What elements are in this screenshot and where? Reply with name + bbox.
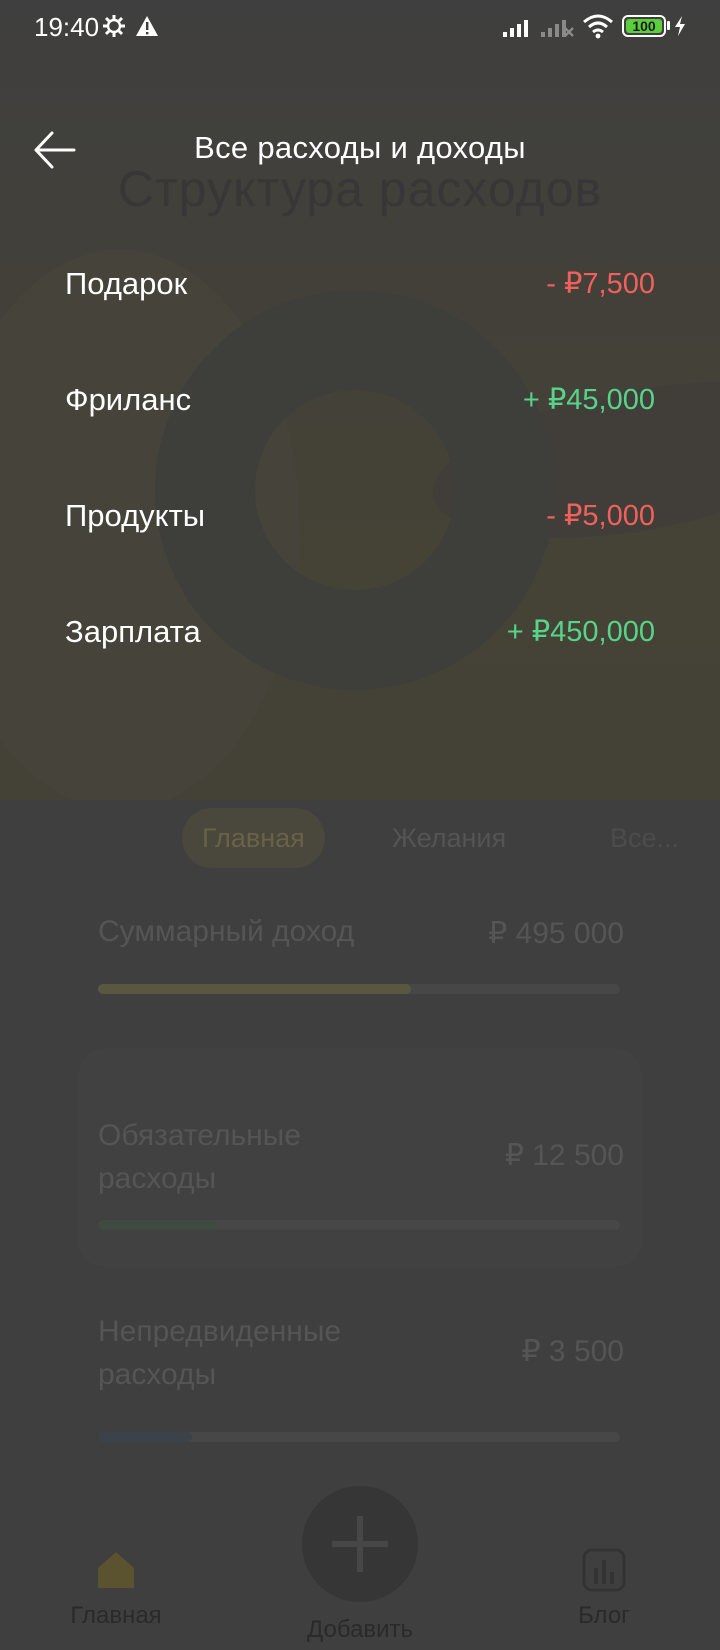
wifi-icon [583,14,613,39]
page-title: Все расходы и доходы [194,130,526,165]
settings-icon [103,15,125,37]
status-time: 19:40 [34,12,100,42]
nav-blog-label: Блог [578,1602,630,1629]
charging-icon [675,16,685,36]
transaction-row[interactable]: Продукты - ₽5,000 [65,498,655,548]
transaction-amount: + ₽450,000 [506,616,655,648]
transaction-row[interactable]: Зарплата + ₽450,000 [65,614,655,664]
signal-no-service-icon [541,20,574,37]
background-progress-track [98,1432,620,1442]
background-progress-fill [98,1220,219,1230]
background-card-unexpected: Непредвиденные расходы ₽ 3 500 [78,1280,642,1460]
background-tab-wishes: Желания [392,823,507,853]
warning-icon [136,16,158,36]
transaction-amount: + ₽45,000 [522,384,655,416]
transaction-row[interactable]: Фриланс + ₽45,000 [65,382,655,432]
background-progress-track [98,1220,620,1230]
background-tabs: Главная Желания Все... [0,808,720,868]
battery-cap [667,21,670,30]
background-card-amount: ₽ 495 000 [488,917,624,950]
nav-add-label: Добавить [306,1616,414,1643]
transaction-name: Фриланс [65,382,192,417]
add-button [302,1486,418,1602]
home-icon [98,1552,134,1588]
battery-level: 100 [632,18,656,34]
background-card-amount: ₽ 3 500 [521,1335,625,1368]
nav-home-label: Главная [70,1602,162,1629]
plus-icon [332,1516,388,1572]
background-progress-fill [98,984,412,994]
modal-header: Все расходы и доходы [0,120,720,180]
transaction-name: Зарплата [65,614,201,649]
background-card-label: Суммарный доход [98,915,355,948]
transaction-row[interactable]: Подарок - ₽7,500 [65,266,655,316]
chart-icon [582,1548,626,1592]
background-card-amount: ₽ 12 500 [504,1139,624,1172]
transaction-name: Подарок [65,266,188,301]
background-card-mandatory: Обязательные расходы ₽ 12 500 [78,1048,642,1268]
signal-icon [503,20,528,37]
background-progress-track [98,984,620,994]
battery-icon: 100 [622,15,666,37]
background-card-label: Непредвиденные расходы [98,1315,342,1391]
background-tab-all: Все... [610,823,680,853]
status-bar: 19:40 100 [0,0,720,56]
background-tab-home: Главная [182,808,325,868]
transaction-amount: - ₽7,500 [546,268,655,300]
background-progress-fill [98,1432,192,1442]
background-card-income: Суммарный доход ₽ 495 000 [78,898,642,1018]
background-card-label: Обязательные расходы [98,1119,301,1195]
transaction-name: Продукты [65,498,206,533]
transaction-amount: - ₽5,000 [546,500,655,532]
